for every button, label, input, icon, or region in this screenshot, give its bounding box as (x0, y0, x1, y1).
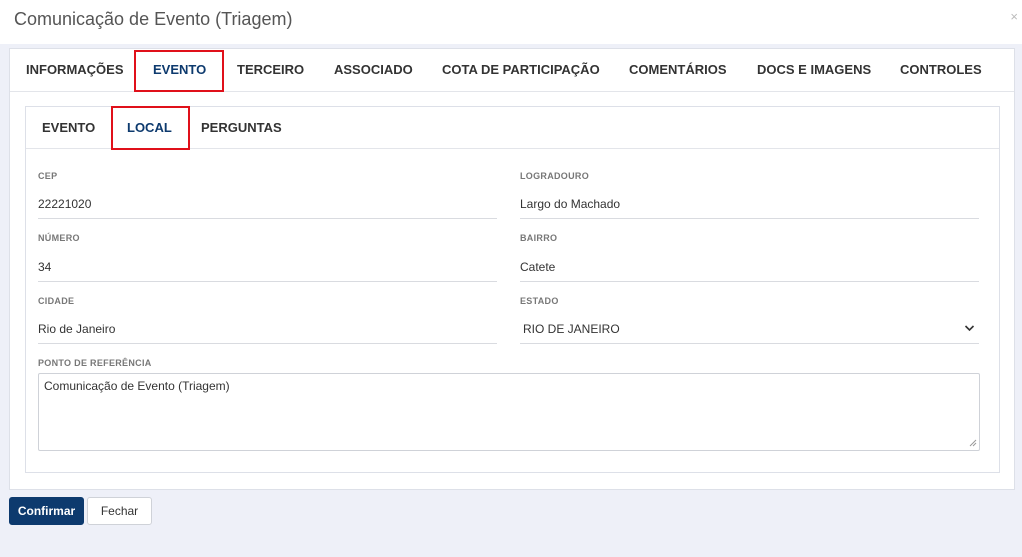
inner-panel: EVENTO LOCAL PERGUNTAS CEP 22221020 LOGR… (25, 106, 1000, 473)
confirm-button[interactable]: Confirmar (9, 497, 84, 525)
close-icon[interactable]: × (1010, 9, 1018, 24)
tab-controles[interactable]: CONTROLES (900, 49, 982, 92)
outer-panel: INFORMAÇÕES EVENTO TERCEIRO ASSOCIADO CO… (9, 48, 1015, 490)
logradouro-field[interactable]: Largo do Machado (520, 189, 979, 219)
tab-terceiro[interactable]: TERCEIRO (237, 49, 304, 92)
estado-label: ESTADO (520, 296, 559, 306)
subtab-perguntas[interactable]: PERGUNTAS (201, 107, 282, 149)
bairro-label: BAIRRO (520, 233, 558, 243)
cep-field[interactable]: 22221020 (38, 189, 497, 219)
modal-title: Comunicação de Evento (Triagem) (14, 9, 293, 29)
tab-comentarios[interactable]: COMENTÁRIOS (629, 49, 727, 92)
estado-selected-value: RIO DE JANEIRO (523, 322, 620, 336)
tab-cota-de-participacao[interactable]: COTA DE PARTICIPAÇÃO (442, 49, 600, 92)
ponto-de-referencia-textarea[interactable]: Comunicação de Evento (Triagem) (38, 373, 980, 451)
bairro-field[interactable]: Catete (520, 252, 979, 282)
highlight-box-evento-tab (134, 50, 224, 92)
sub-tabs: EVENTO LOCAL PERGUNTAS (26, 106, 999, 150)
close-button[interactable]: Fechar (87, 497, 152, 525)
numero-field[interactable]: 34 (38, 252, 497, 282)
ponto-de-referencia-label: PONTO DE REFERÊNCIA (38, 358, 152, 368)
cep-label: CEP (38, 171, 58, 181)
cidade-label: CIDADE (38, 296, 75, 306)
main-tabs: INFORMAÇÕES EVENTO TERCEIRO ASSOCIADO CO… (10, 49, 1014, 92)
tab-associado[interactable]: ASSOCIADO (334, 49, 413, 92)
ponto-de-referencia-value: Comunicação de Evento (Triagem) (44, 379, 230, 393)
modal-header: Comunicação de Evento (Triagem) × (0, 0, 1022, 44)
highlight-box-local-tab (111, 106, 190, 150)
logradouro-label: LOGRADOURO (520, 171, 589, 181)
tab-docs-e-imagens[interactable]: DOCS E IMAGENS (757, 49, 871, 92)
cidade-field[interactable]: Rio de Janeiro (38, 314, 497, 344)
chevron-down-icon (964, 314, 975, 347)
tab-informacoes[interactable]: INFORMAÇÕES (26, 49, 124, 92)
subtab-evento[interactable]: EVENTO (42, 107, 95, 149)
resize-handle-icon[interactable] (969, 439, 977, 449)
numero-label: NÚMERO (38, 233, 80, 243)
estado-select[interactable]: RIO DE JANEIRO (520, 314, 979, 344)
